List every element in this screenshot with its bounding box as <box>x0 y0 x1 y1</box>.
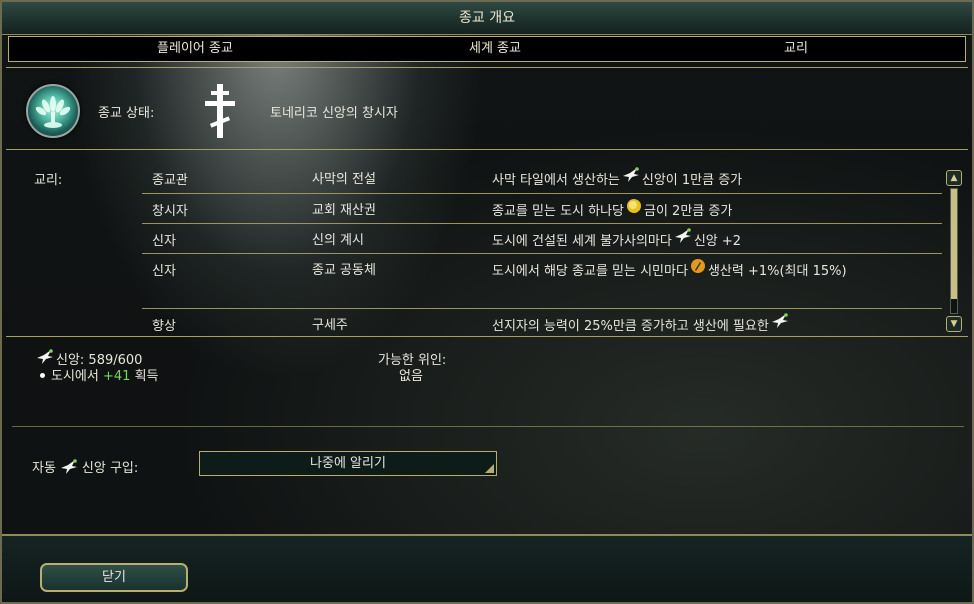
dropdown-arrow-icon <box>485 464 494 473</box>
divider <box>6 67 968 68</box>
tab-bar: 플레이어 종교 세계 종교 교리 <box>8 36 966 62</box>
faith-income-prefix: 도시에서 <box>51 369 99 384</box>
faith-icon <box>674 228 692 252</box>
beliefs-scrollbar[interactable]: ▲ ▼ <box>946 170 962 332</box>
beliefs-list: 교리: 종교관 사막의 전설 사막 타일에서 생산하는 신앙이 1만큼 증가 창시… <box>2 162 972 334</box>
faith-icon <box>60 458 78 479</box>
bottom-bar: 닫기 <box>2 534 972 602</box>
belief-desc-text: 도시에 건설된 세계 불가사의마다 <box>492 234 672 249</box>
possible-great-person-value: 없음 <box>399 369 423 384</box>
belief-name: 신의 계시 <box>312 233 364 248</box>
belief-name: 구세주 <box>312 318 348 333</box>
tab-world-religions[interactable]: 세계 종교 <box>329 37 661 61</box>
belief-description: 종교를 믿는 도시 하나당 금이 2만큼 증가 <box>492 198 942 223</box>
bullet <box>40 373 45 378</box>
scroll-track[interactable] <box>950 188 958 314</box>
scroll-down-arrow-icon[interactable]: ▼ <box>946 316 962 332</box>
scroll-up-arrow-icon[interactable]: ▲ <box>946 170 962 186</box>
belief-row: 신자 종교 공동체 도시에서 해당 종교를 믿는 시민마다 생산력 +1%(최대 … <box>142 253 942 309</box>
religion-emblem-icon <box>26 84 80 138</box>
faith-income-suffix: 획득 <box>134 369 159 384</box>
scroll-thumb[interactable] <box>951 189 957 299</box>
belief-type: 신자 <box>152 264 176 279</box>
divider <box>6 149 968 150</box>
faith-icon <box>771 313 789 334</box>
belief-row: 향상 구세주 선지자의 능력이 25%만큼 증가하고 생산에 필요한 <box>142 308 942 334</box>
belief-type: 향상 <box>152 319 176 334</box>
belief-type: 종교관 <box>152 173 188 188</box>
faith-summary: 신앙: 589/600 도시에서 +41 획득 가능한 위인: 없음 <box>2 344 972 424</box>
belief-desc-text: 금이 2만큼 증가 <box>644 204 733 219</box>
religion-status-value: 토네리코 신앙의 창시자 <box>270 106 398 121</box>
auto-purchase-label: 자동 신앙 구입: <box>32 457 138 479</box>
auto-label-before: 자동 <box>32 461 56 476</box>
religion-overview-window: 종교 개요 플레이어 종교 세계 종교 교리 종교 상태: 토네리코 신앙의 창… <box>0 0 974 604</box>
belief-desc-text: 신앙이 1만큼 증가 <box>641 173 743 188</box>
auto-faith-purchase: 자동 신앙 구입: 나중에 알리기 <box>2 426 972 526</box>
religion-status-row: 종교 상태: 토네리코 신앙의 창시자 <box>2 74 972 146</box>
belief-desc-text: 종교를 믿는 도시 하나당 <box>492 204 624 219</box>
belief-description: 사막 타일에서 생산하는 신앙이 1만큼 증가 <box>492 167 942 192</box>
belief-name: 교회 재산권 <box>312 203 376 218</box>
production-icon <box>690 258 706 282</box>
belief-desc-text: 신앙 +2 <box>693 234 742 249</box>
belief-name: 사막의 전설 <box>312 172 376 187</box>
belief-type: 창시자 <box>152 204 188 219</box>
beliefs-label: 교리: <box>34 173 63 188</box>
belief-desc-text: 사막 타일에서 생산하는 <box>492 173 620 188</box>
belief-description: 도시에서 해당 종교를 믿는 시민마다 생산력 +1%(최대 15%) <box>492 258 942 283</box>
auto-label-after: 신앙 구입: <box>81 461 139 476</box>
faith-income-value: +41 <box>102 369 131 384</box>
belief-description: 선지자의 능력이 25%만큼 증가하고 생산에 필요한 <box>492 313 942 334</box>
religion-status-label: 종교 상태: <box>98 106 155 121</box>
dropdown-value: 나중에 알리기 <box>310 456 386 471</box>
auto-purchase-dropdown[interactable]: 나중에 알리기 <box>199 451 497 476</box>
window-title: 종교 개요 <box>2 2 972 35</box>
orthodox-cross-icon <box>202 82 238 144</box>
belief-description: 도시에 건설된 세계 불가사의마다 신앙 +2 <box>492 228 942 253</box>
belief-row: 창시자 교회 재산권 종교를 믿는 도시 하나당 금이 2만큼 증가 <box>142 193 942 224</box>
belief-desc-text: 생산력 +1%(최대 15%) <box>707 264 847 279</box>
belief-row: 신자 신의 계시 도시에 건설된 세계 불가사의마다 신앙 +2 <box>142 223 942 254</box>
tab-player-religion[interactable]: 플레이어 종교 <box>9 37 381 61</box>
belief-desc-text: 선지자의 능력이 25%만큼 증가하고 생산에 필요한 <box>492 319 769 334</box>
faith-icon <box>622 167 640 191</box>
faith-income: 도시에서 +41 획득 <box>40 365 158 384</box>
belief-type: 신자 <box>152 234 176 249</box>
belief-row: 종교관 사막의 전설 사막 타일에서 생산하는 신앙이 1만큼 증가 <box>142 162 942 194</box>
belief-desc-text: 도시에서 해당 종교를 믿는 시민마다 <box>492 264 688 279</box>
tab-beliefs[interactable]: 교리 <box>629 37 963 61</box>
close-button[interactable]: 닫기 <box>40 563 188 592</box>
gold-icon <box>626 198 642 222</box>
divider <box>6 336 968 337</box>
belief-name: 종교 공동체 <box>312 263 376 278</box>
